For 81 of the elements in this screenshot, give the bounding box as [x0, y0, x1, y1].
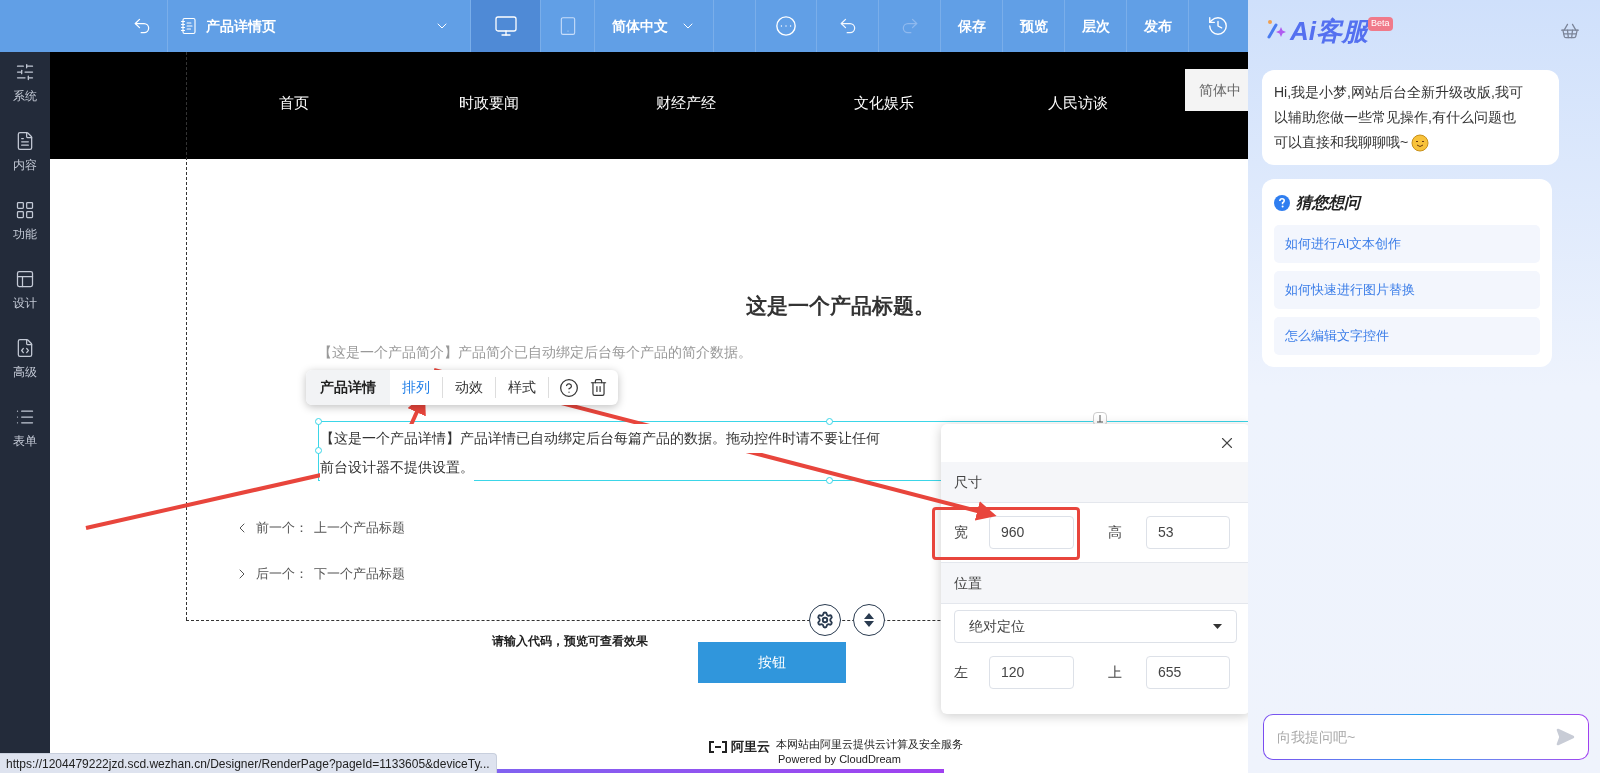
sidebar-label: 设计 [13, 295, 37, 312]
top-input[interactable]: 655 [1146, 656, 1230, 689]
suggestion-item[interactable]: 如何进行AI文本创作 [1274, 225, 1540, 263]
settings-button[interactable] [809, 604, 841, 636]
toolbar-tab[interactable]: 样式 [496, 377, 549, 398]
site-nav-link[interactable]: 财经产经 [626, 92, 746, 115]
greeting-text: Hi,我是小梦,网站后台全新升级改版,我可 [1274, 83, 1523, 102]
field-label: 左 [954, 663, 969, 682]
site-language-box: 简体中 [1185, 69, 1248, 111]
document-icon [15, 131, 35, 151]
desktop-view-button[interactable] [471, 0, 541, 52]
more-icon [775, 15, 797, 37]
layout-icon [15, 269, 35, 289]
field-label: 上 [1108, 663, 1123, 682]
sidebar-label: 功能 [13, 226, 37, 243]
adjacent-product-link[interactable]: 上一个产品标题 [314, 518, 405, 538]
field-label: 宽 [954, 523, 969, 542]
grid-icon [15, 200, 35, 220]
desktop-icon [493, 14, 518, 38]
sidebar-label: 高级 [13, 364, 37, 381]
product-summary: 【这是一个产品简介】产品简介已自动绑定后台每个产品的简介数据。 [318, 343, 752, 362]
page-title: 产品详情页 [206, 16, 277, 36]
site-nav-link[interactable]: 文化娱乐 [824, 92, 944, 115]
element-name: 产品详情 [306, 370, 390, 405]
nav-label: 前一个： [256, 519, 308, 537]
beta-badge: Beta [1368, 17, 1393, 31]
dropdown-caret-icon [1213, 624, 1222, 629]
powered-by-text: Powered by CloudDream [777, 752, 902, 767]
delete-icon[interactable] [589, 378, 608, 397]
product-title: 这是一个产品标题。 [744, 293, 936, 319]
sparkle-wand-icon [1266, 17, 1288, 39]
footer-notice: 本网站由阿里云提供云计算及安全服务 [776, 737, 963, 752]
language-label: 简体中文 [612, 16, 668, 36]
sidebar-item[interactable]: 设计 [13, 269, 37, 312]
site-nav-link[interactable]: 首页 [234, 92, 354, 115]
code-icon [15, 338, 35, 358]
toolbar-tab[interactable]: 动效 [443, 377, 496, 398]
input-placeholder: 向我提问吧~ [1277, 727, 1356, 747]
provider-name: 阿里云 [731, 738, 770, 756]
product-detail-text: 前台设计器不提供设置。 [320, 453, 474, 482]
resize-handle[interactable] [826, 477, 833, 484]
sliders-icon [15, 62, 35, 82]
code-hint: 请输入代码，预览可查看效果 [492, 633, 648, 650]
send-icon[interactable] [1555, 727, 1575, 747]
sidebar-item[interactable]: 高级 [13, 338, 37, 381]
suggestion-item[interactable]: 怎么编辑文字控件 [1274, 317, 1540, 355]
sidebar-item[interactable]: 表单 [13, 407, 37, 450]
history-icon [1207, 15, 1229, 37]
basket-icon[interactable] [1560, 21, 1580, 41]
smile-icon [1411, 133, 1430, 152]
suggestion-item[interactable]: 如何快速进行图片替换 [1274, 271, 1540, 309]
sidebar-label: 系统 [13, 88, 37, 105]
up-down-icon [863, 612, 875, 628]
width-input[interactable]: 960 [989, 516, 1074, 549]
layer-order-button[interactable] [853, 604, 885, 636]
sidebar-item[interactable]: 功能 [13, 200, 37, 243]
height-input[interactable]: 53 [1146, 516, 1230, 549]
settings-icon [816, 611, 834, 629]
greeting-text: 可以直接和我聊聊哦~ [1274, 133, 1409, 152]
status-url: https://1204479222jzd.scd.wezhan.cn/Designer/RenderPage?pageId=1133605&deviceTy... [0, 753, 497, 773]
section-header: 位置 [941, 563, 1248, 604]
nav-label: 后一个： [256, 565, 308, 583]
sidebar-item[interactable]: 系统 [13, 62, 37, 105]
sidebar-item[interactable]: 内容 [13, 131, 37, 174]
adjacent-product-link[interactable]: 下一个产品标题 [314, 564, 405, 584]
question-icon [1274, 195, 1290, 211]
position-select[interactable]: 绝对定位 [954, 610, 1237, 643]
help-icon[interactable] [559, 377, 579, 398]
site-nav-link[interactable]: 时政要闻 [429, 92, 549, 115]
assistant-logo: Ai客服 [1290, 17, 1368, 45]
section-header: 尺寸 [941, 462, 1248, 503]
sidebar-label: 内容 [13, 157, 37, 174]
field-label: 高 [1108, 523, 1123, 542]
sidebar-label: 表单 [13, 433, 37, 450]
page-icon [180, 17, 198, 35]
suggestions-title: 猜您想问 [1296, 193, 1360, 213]
cloud-logo-icon [708, 740, 728, 753]
toolbar-tab[interactable]: 排列 [390, 377, 443, 398]
greeting-text: 以辅助您做一些常见操作,有什么问题也 [1274, 108, 1516, 127]
left-input[interactable]: 120 [989, 656, 1074, 689]
site-nav-link[interactable]: 人民访谈 [1018, 92, 1138, 115]
